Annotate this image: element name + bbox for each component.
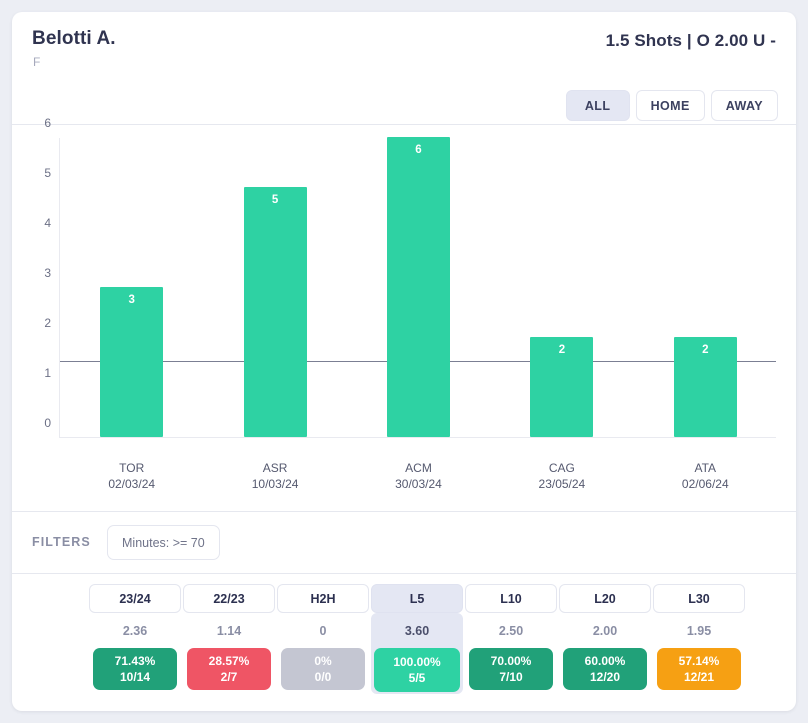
hit-rate-percent: 70.00% — [490, 654, 532, 668]
period-odds-value: 3.60 — [404, 624, 430, 638]
hit-rate-percent: 100.00% — [393, 655, 441, 669]
tab-22-23[interactable]: 22/23 — [183, 584, 275, 613]
hit-rate-ratio: 0/0 — [314, 670, 332, 684]
period-column-l20: L20 2.00 60.00% 12/20 — [559, 584, 651, 692]
x-axis-date: 02/06/24 — [681, 477, 729, 491]
period-column-l30: L30 1.95 57.14% 12/21 — [653, 584, 745, 692]
market-line: 1.5 Shots | O 2.00 U - — [605, 31, 776, 50]
hit-rate-ratio: 5/5 — [408, 671, 426, 685]
hit-rate-ratio: 10/14 — [119, 670, 151, 684]
shots-chart-section: 0 1 2 3 4 5 6 3 TOR 02/03/24 5 ASR 10/03/24 6 ACM 30/03… — [12, 116, 796, 512]
x-axis-team: ACM — [405, 461, 432, 475]
period-hit-rate-badge[interactable]: 70.00% 7/10 — [469, 648, 553, 690]
chart-bar[interactable]: 6 — [387, 137, 450, 437]
x-axis-team: ASR — [262, 461, 288, 475]
period-odds-value: 1.95 — [686, 624, 712, 638]
player-stats-card: Belotti A. F 1.5 Shots | O 2.00 U - ALL H… — [12, 12, 796, 711]
venue-filter-group: ALL HOME AWAY — [565, 90, 778, 121]
tab-l20[interactable]: L20 — [559, 584, 651, 613]
bar-value-label: 6 — [415, 144, 422, 156]
venue-filter-away[interactable]: AWAY — [710, 90, 778, 121]
tab-23-24[interactable]: 23/24 — [89, 584, 181, 613]
period-odds-wrap: 2.36 71.43% 10/14 — [89, 613, 181, 692]
period-stats-section: 23/24 2.36 71.43% 10/14 22/23 1.14 28.57% 2/7 H2… — [12, 574, 796, 710]
x-axis-team: TOR — [119, 461, 145, 475]
x-axis-label: ACM 30/03/24 — [347, 460, 490, 492]
period-hit-rate-badge[interactable]: 0% 0/0 — [281, 648, 365, 690]
x-axis-label: ASR 10/03/24 — [203, 460, 346, 492]
filters-section: FILTERS Minutes: >= 70 — [12, 512, 796, 574]
bar-value-label: 2 — [558, 344, 566, 356]
x-axis-label: TOR 02/03/24 — [60, 460, 203, 492]
y-axis-tick: 4 — [44, 216, 51, 230]
venue-filter-all[interactable]: ALL — [565, 90, 630, 121]
hit-rate-percent: 0% — [314, 654, 332, 668]
y-axis-tick: 2 — [44, 316, 51, 330]
chart-bar[interactable]: 5 — [243, 187, 307, 437]
x-axis-date: 10/03/24 — [251, 477, 299, 491]
period-odds-wrap: 2.50 70.00% 7/10 — [465, 613, 557, 692]
y-axis-tick: 0 — [44, 416, 51, 430]
period-column-22-23: 22/23 1.14 28.57% 2/7 — [183, 584, 275, 692]
bar-value-label: 3 — [128, 294, 135, 306]
x-axis-team: ATA — [694, 461, 717, 475]
hit-rate-percent: 60.00% — [584, 654, 626, 668]
bar-value-label: 5 — [271, 194, 279, 206]
filter-chip-minutes[interactable]: Minutes: >= 70 — [107, 525, 220, 560]
period-odds-wrap: 1.95 57.14% 12/21 — [653, 613, 745, 692]
chart-bar[interactable]: 2 — [530, 337, 594, 437]
tab-l5[interactable]: L5 — [371, 584, 463, 613]
page-title: Belotti A. — [32, 28, 116, 49]
period-hit-rate-badge[interactable]: 71.43% 10/14 — [93, 648, 177, 690]
hit-rate-percent: 57.14% — [678, 654, 720, 668]
period-odds-value: 1.14 — [216, 624, 242, 638]
hit-rate-ratio: 7/10 — [499, 670, 523, 684]
x-axis-label: CAG 23/05/24 — [490, 460, 633, 492]
period-hit-rate-badge[interactable]: 28.57% 2/7 — [187, 648, 271, 690]
hit-rate-ratio: 12/20 — [589, 670, 621, 684]
x-axis-date: 23/05/24 — [538, 477, 586, 491]
tab-l10[interactable]: L10 — [465, 584, 557, 613]
bar-chart-plot: 0 1 2 3 4 5 6 3 TOR 02/03/24 5 ASR 10/03/24 6 ACM 30/03… — [44, 116, 776, 491]
x-axis-date: 30/03/24 — [395, 477, 442, 491]
period-hit-rate-badge[interactable]: 100.00% 5/5 — [374, 648, 460, 692]
y-axis-tick: 5 — [44, 166, 51, 180]
period-odds-wrap: 1.14 28.57% 2/7 — [183, 613, 275, 692]
period-odds-value: 2.00 — [592, 624, 618, 638]
y-axis-tick: 1 — [44, 366, 51, 380]
hit-rate-ratio: 2/7 — [220, 670, 238, 684]
hit-rate-percent: 28.57% — [208, 654, 250, 668]
filters-label: FILTERS — [32, 535, 91, 549]
period-odds-value: 2.50 — [498, 624, 524, 638]
chart-bar[interactable]: 3 — [100, 287, 164, 437]
hit-rate-percent: 71.43% — [114, 654, 156, 668]
hit-rate-ratio: 12/21 — [683, 670, 715, 684]
period-hit-rate-badge[interactable]: 57.14% 12/21 — [657, 648, 741, 690]
period-odds-value: 0 — [319, 624, 327, 638]
period-column-23-24: 23/24 2.36 71.43% 10/14 — [89, 584, 181, 692]
y-axis-tick: 6 — [44, 116, 51, 130]
period-column-h2h: H2H 0 0% 0/0 — [277, 584, 369, 692]
period-column-l10: L10 2.50 70.00% 7/10 — [465, 584, 557, 692]
period-odds-wrap: 0 0% 0/0 — [277, 613, 369, 692]
period-odds-wrap: 3.60 100.00% 5/5 — [371, 613, 463, 694]
tab-h2h[interactable]: H2H — [277, 584, 369, 613]
x-axis-date: 02/03/24 — [108, 477, 156, 491]
period-hit-rate-badge[interactable]: 60.00% 12/20 — [563, 648, 647, 690]
tab-l30[interactable]: L30 — [653, 584, 745, 613]
bar-value-label: 2 — [702, 344, 709, 356]
card-header: Belotti A. F 1.5 Shots | O 2.00 U - ALL H… — [12, 12, 796, 125]
x-axis-team: CAG — [548, 461, 575, 475]
period-column-l5: L5 3.60 100.00% 5/5 — [371, 584, 463, 694]
chart-bar[interactable]: 2 — [673, 337, 737, 437]
player-position: F — [33, 55, 41, 69]
period-odds-value: 2.36 — [122, 624, 148, 638]
venue-filter-home[interactable]: HOME — [635, 90, 705, 121]
period-odds-wrap: 2.00 60.00% 12/20 — [559, 613, 651, 692]
y-axis-tick: 3 — [44, 266, 51, 280]
x-axis-label: ATA 02/06/24 — [634, 460, 777, 492]
